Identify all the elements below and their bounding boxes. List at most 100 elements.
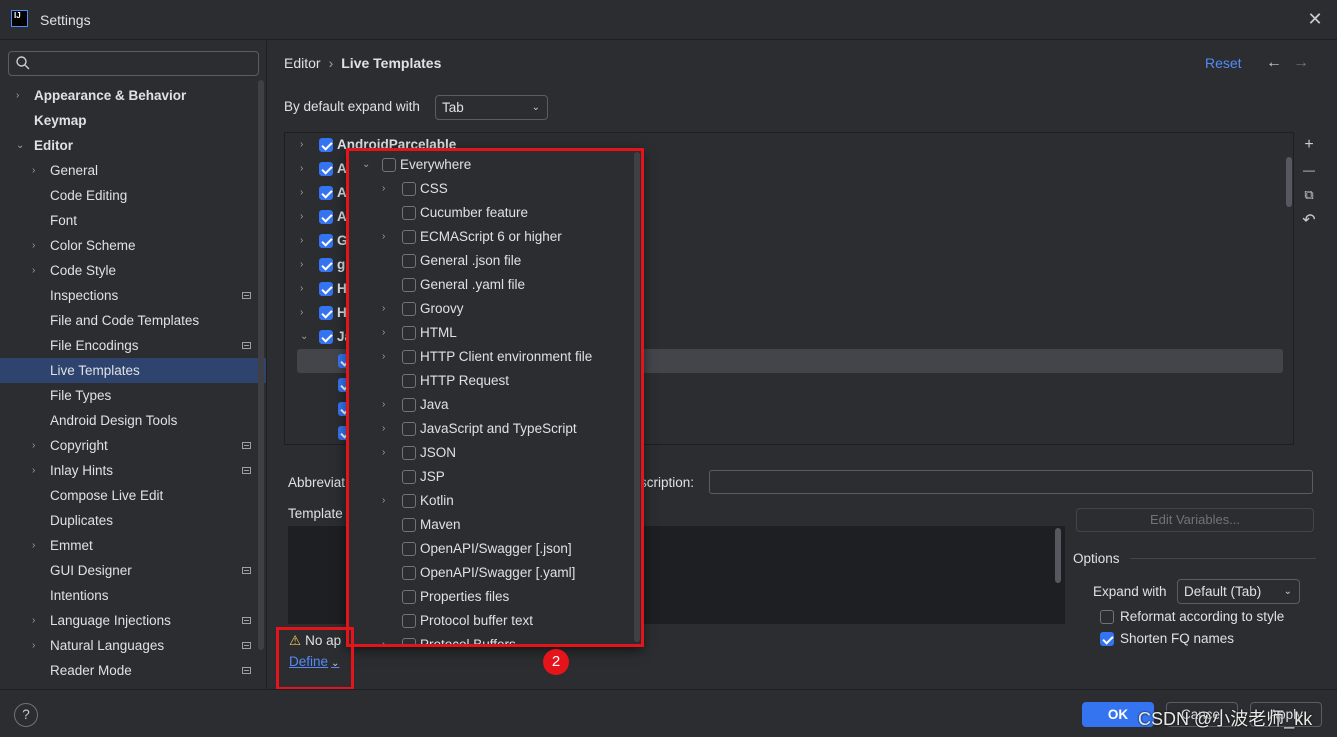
chevron-right-icon[interactable]: › [300,181,303,205]
context-option[interactable]: › Groovy [348,297,633,321]
option-expand-with-dropdown[interactable]: Default (Tab) ⌄ [1177,579,1300,604]
forward-arrow-icon[interactable]: → [1293,54,1309,72]
close-icon[interactable]: ✕ [1304,8,1326,30]
chevron-right-icon[interactable]: › [382,345,385,369]
reformat-checkbox[interactable] [1100,610,1114,624]
chevron-right-icon[interactable]: › [382,225,385,249]
chevron-down-icon[interactable]: ⌄ [16,133,28,158]
context-checkbox[interactable] [402,374,416,388]
remove-icon[interactable]: — [1300,161,1318,179]
context-option[interactable]: › Protocol Buffers [348,633,633,645]
context-checkbox[interactable] [402,566,416,580]
search-input[interactable] [8,51,259,76]
chevron-right-icon[interactable]: › [32,158,44,183]
chevron-right-icon[interactable]: › [382,297,385,321]
context-option[interactable]: OpenAPI/Swagger [.json] [348,537,633,561]
tree-row-checkbox[interactable] [319,186,333,200]
shorten-checkbox[interactable] [1100,632,1114,646]
sidebar-item[interactable]: Keymap [0,108,266,133]
context-checkbox[interactable] [402,254,416,268]
chevron-right-icon[interactable]: › [300,157,303,181]
context-checkbox[interactable] [402,590,416,604]
context-checkbox[interactable] [402,326,416,340]
context-option[interactable]: › JavaScript and TypeScript [348,417,633,441]
sidebar-item[interactable]: File Types [0,383,266,408]
chevron-right-icon[interactable]: › [300,253,303,277]
context-checkbox[interactable] [402,182,416,196]
sidebar-item[interactable]: Code Editing [0,183,266,208]
chevron-right-icon[interactable]: › [32,433,44,458]
chevron-right-icon[interactable]: › [382,177,385,201]
context-option[interactable]: › JSON [348,441,633,465]
sidebar-item[interactable]: Font [0,208,266,233]
sidebar-item[interactable]: › Language Injections [0,608,266,633]
define-label[interactable]: Define [289,654,328,669]
sidebar-scrollbar[interactable] [258,80,264,650]
context-option[interactable]: › Kotlin [348,489,633,513]
sidebar-item[interactable]: Inspections [0,283,266,308]
chevron-right-icon[interactable]: › [382,441,385,465]
breadcrumb-parent[interactable]: Editor [284,55,321,71]
context-option[interactable]: General .json file [348,249,633,273]
context-checkbox[interactable] [402,446,416,460]
chevron-down-icon[interactable]: ⌄ [362,153,370,177]
chevron-right-icon[interactable]: › [32,633,44,658]
edit-variables-button[interactable]: Edit Variables... [1076,508,1314,532]
context-option[interactable]: › HTML [348,321,633,345]
chevron-right-icon[interactable]: › [382,417,385,441]
context-checkbox[interactable] [402,302,416,316]
sidebar-item[interactable]: Intentions [0,583,266,608]
chevron-right-icon[interactable]: › [300,229,303,253]
chevron-right-icon[interactable]: › [32,258,44,283]
context-option[interactable]: JSP [348,465,633,489]
chevron-right-icon[interactable]: › [32,233,44,258]
sidebar-item[interactable]: ⌄ Editor [0,133,266,158]
tree-row-checkbox[interactable] [319,234,333,248]
context-checkbox[interactable] [402,230,416,244]
context-option[interactable]: › HTTP Client environment file [348,345,633,369]
chevron-right-icon[interactable]: › [382,321,385,345]
sidebar-item[interactable]: › Inlay Hints [0,458,266,483]
context-checkbox[interactable] [402,494,416,508]
chevron-right-icon[interactable]: › [32,533,44,558]
tree-row-checkbox[interactable] [319,282,333,296]
sidebar-item[interactable]: › Code Style [0,258,266,283]
context-checkbox[interactable] [402,398,416,412]
description-input[interactable] [709,470,1313,494]
sidebar-item[interactable]: › Color Scheme [0,233,266,258]
chevron-right-icon[interactable]: › [300,133,303,157]
sidebar-item[interactable]: › General [0,158,266,183]
chevron-right-icon[interactable]: › [32,458,44,483]
sidebar-item[interactable]: Duplicates [0,508,266,533]
context-checkbox[interactable] [402,542,416,556]
context-option[interactable]: OpenAPI/Swagger [.yaml] [348,561,633,585]
context-checkbox[interactable] [402,278,416,292]
context-checkbox[interactable] [402,638,416,645]
reset-link[interactable]: Reset [1205,55,1242,71]
copy-icon[interactable]: ⧉ [1300,186,1318,204]
help-icon[interactable]: ? [14,703,38,727]
sidebar-item[interactable]: › Natural Languages [0,633,266,658]
context-option[interactable]: Cucumber feature [348,201,633,225]
tree-row-checkbox[interactable] [319,138,333,152]
sidebar-item[interactable]: › Appearance & Behavior [0,83,266,108]
context-checkbox[interactable] [402,206,416,220]
tree-row-checkbox[interactable] [319,330,333,344]
context-checkbox[interactable] [402,470,416,484]
tree-row-checkbox[interactable] [319,258,333,272]
sidebar-item[interactable]: › Emmet [0,533,266,558]
context-option[interactable]: Protocol buffer text [348,609,633,633]
sidebar-item[interactable]: File and Code Templates [0,308,266,333]
context-option[interactable]: Maven [348,513,633,537]
sidebar-item[interactable]: GUI Designer [0,558,266,583]
sidebar-item[interactable]: Compose Live Edit [0,483,266,508]
sidebar-item[interactable]: File Encodings [0,333,266,358]
chevron-right-icon[interactable]: › [300,205,303,229]
template-scrollbar[interactable] [1055,528,1061,583]
context-option[interactable]: General .yaml file [348,273,633,297]
context-option[interactable]: Properties files [348,585,633,609]
back-arrow-icon[interactable]: ← [1266,54,1282,72]
tree-row-checkbox[interactable] [319,306,333,320]
undo-icon[interactable]: ↶ [1300,212,1318,230]
context-checkbox[interactable] [382,158,396,172]
